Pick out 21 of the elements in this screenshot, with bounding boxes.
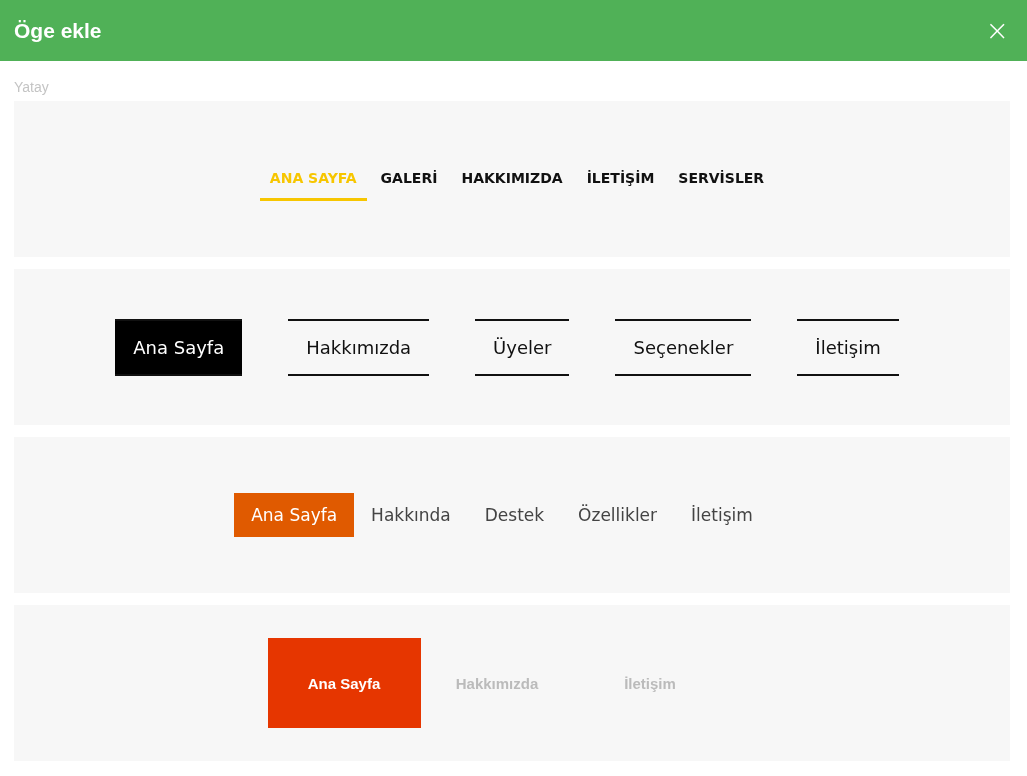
menu-item[interactable]: İletişim [674, 493, 770, 537]
menu-item[interactable]: Hakkında [354, 493, 468, 537]
section-label: Yatay [14, 79, 50, 95]
menu-item[interactable]: Ana Sayfa [234, 493, 355, 537]
menu-preview-panel[interactable]: Ana Sayfa Hakkımızda Üyeler Seçenekler İletişim [14, 269, 1010, 425]
menu-item[interactable]: İLETİŞİM [576, 157, 665, 201]
menu-item[interactable]: SERVİSLER [668, 157, 775, 201]
menu-item[interactable]: Üyeler [475, 318, 570, 376]
menu-item[interactable]: Hakkımızda [288, 318, 430, 376]
menu-item[interactable]: İletişim [797, 318, 899, 376]
menu-item[interactable]: HAKKIMIZDA [451, 157, 573, 201]
menu-preview-panel[interactable]: Ana Sayfa Hakkında Destek Özellikler İletişim [14, 437, 1010, 593]
menu-item[interactable]: Ana Sayfa [115, 318, 243, 376]
menu-preview-panel[interactable]: Ana Sayfa Hakkımızda İletişim [14, 605, 1010, 761]
menu-item[interactable]: GALERİ [370, 157, 448, 201]
menu-item[interactable]: Ana Sayfa [267, 638, 421, 728]
dialog-title: Öge ekle [14, 18, 102, 43]
menu-preview-panel[interactable]: ANA SAYFA GALERİ HAKKIMIZDA İLETİŞİM SERVİSLER [14, 101, 1010, 257]
menu-item[interactable]: Özellikler [561, 493, 675, 537]
menu-item[interactable]: Seçenekler [615, 318, 752, 376]
menu-item[interactable]: Destek [467, 493, 562, 537]
